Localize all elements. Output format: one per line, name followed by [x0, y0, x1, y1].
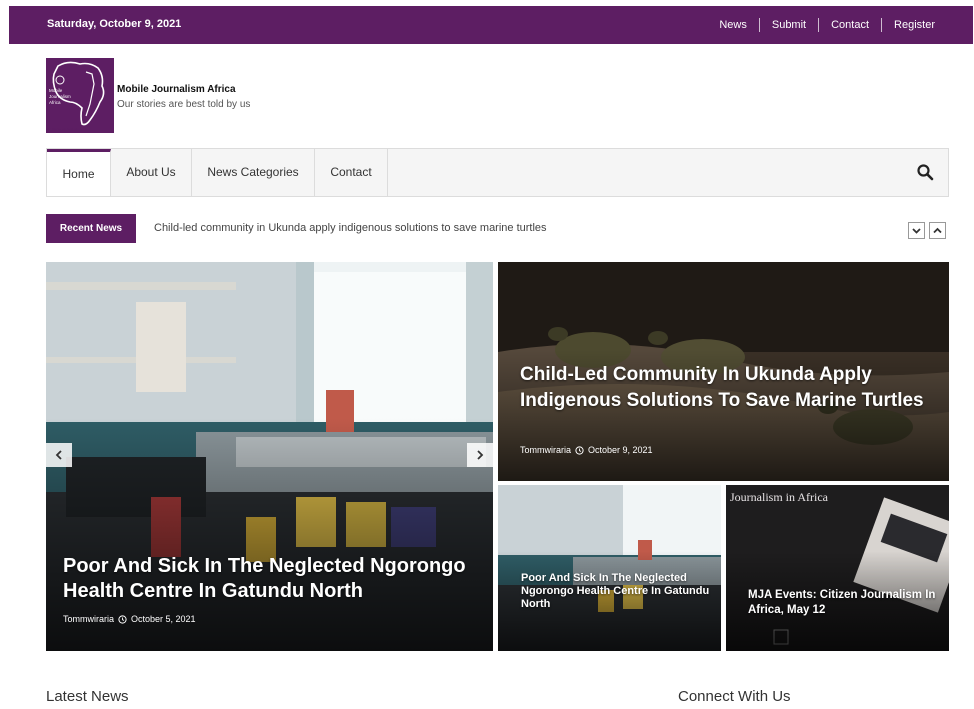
nav-item-news-categories[interactable]: News Categories	[192, 149, 315, 196]
site-title[interactable]: Mobile Journalism Africa	[117, 84, 236, 95]
top-link-submit[interactable]: Submit	[758, 18, 818, 32]
clock-icon	[118, 614, 127, 624]
featured-slide-turtles[interactable]: Child-Led Community In Ukunda Apply Indi…	[498, 262, 949, 481]
current-date: Saturday, October 9, 2021	[47, 18, 182, 30]
top-bar: Saturday, October 9, 2021 News Submit Co…	[9, 6, 973, 44]
ticker-up-button[interactable]	[929, 222, 946, 239]
slider-prev-button[interactable]	[46, 443, 72, 467]
svg-text:Journalism in Africa: Journalism in Africa	[730, 490, 829, 504]
chevron-up-icon	[933, 227, 942, 234]
svg-text:Africa: Africa	[49, 100, 61, 105]
featured-slide-mja-events[interactable]: Journalism in Africa MJA Events: Citizen…	[726, 485, 949, 651]
nav-item-contact[interactable]: Contact	[315, 149, 388, 196]
logo-caption: Our Stories are best told by us	[46, 127, 87, 131]
main-slide-date: October 5, 2021	[131, 614, 196, 624]
featured-slide-clinic-small[interactable]: Poor And Sick In The Neglected Ngorongo …	[498, 485, 721, 651]
clinic-small-slide-title[interactable]: Poor And Sick In The Neglected Ngorongo …	[521, 572, 716, 611]
recent-news-label: Recent News	[46, 214, 136, 243]
top-link-contact[interactable]: Contact	[818, 18, 881, 32]
latest-news-heading: Latest News	[46, 688, 129, 705]
site-tagline: Our stories are best told by us	[117, 99, 251, 110]
chevron-down-icon	[912, 228, 921, 234]
svg-text:Mobile: Mobile	[49, 88, 63, 93]
clock-icon	[575, 445, 584, 455]
ticker-down-button[interactable]	[908, 222, 925, 239]
chevron-left-icon	[55, 450, 62, 460]
search-icon[interactable]	[916, 163, 934, 181]
recent-news-headline[interactable]: Child-led community in Ukunda apply indi…	[154, 222, 547, 234]
main-slide-author[interactable]: Tommwiraria	[63, 614, 114, 624]
top-link-news[interactable]: News	[707, 18, 759, 32]
site-logo[interactable]: Mobile Journalism Africa	[46, 58, 114, 133]
mja-events-slide-title[interactable]: MJA Events: Citizen Journalism In Africa…	[748, 588, 948, 618]
main-slide-title[interactable]: Poor And Sick In The Neglected Ngorongo …	[63, 554, 488, 604]
turtles-slide-date: October 9, 2021	[588, 445, 653, 455]
nav-item-about-us[interactable]: About Us	[111, 149, 192, 196]
top-links: News Submit Contact Register	[707, 18, 935, 32]
svg-text:Journalism: Journalism	[49, 94, 71, 99]
featured-slide-main[interactable]: Poor And Sick In The Neglected Ngorongo …	[46, 262, 493, 651]
main-nav: Home About Us News Categories Contact	[46, 148, 949, 197]
slider-next-button[interactable]	[467, 443, 493, 467]
connect-with-us-heading: Connect With Us	[678, 688, 791, 705]
nav-item-home[interactable]: Home	[47, 149, 111, 196]
chevron-right-icon	[477, 450, 484, 460]
top-link-register[interactable]: Register	[881, 18, 935, 32]
africa-map-icon: Mobile Journalism Africa	[49, 61, 105, 126]
turtles-slide-title[interactable]: Child-Led Community In Ukunda Apply Indi…	[520, 362, 940, 414]
turtles-slide-author[interactable]: Tommwiraria	[520, 445, 571, 455]
